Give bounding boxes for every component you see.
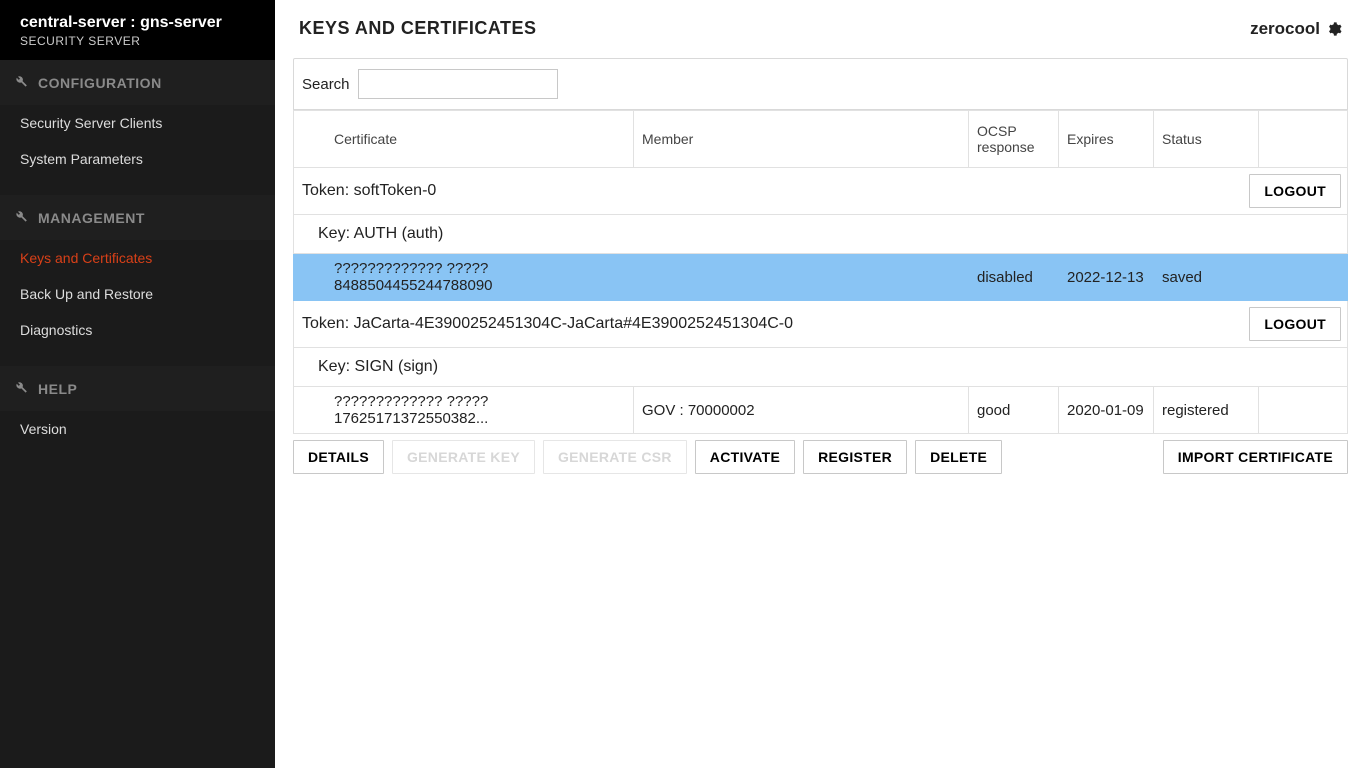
activate-button[interactable]: ACTIVATE	[695, 440, 795, 474]
gear-icon	[1326, 21, 1342, 37]
table-header-row: Certificate Member OCSP response Expires…	[294, 111, 1348, 168]
cert-member: GOV : 70000002	[634, 387, 969, 434]
sidebar-item-diag[interactable]: Diagnostics	[0, 312, 275, 348]
token-label: Token: JaCarta-4E3900252451304C-JaCarta#…	[302, 315, 793, 333]
details-button[interactable]: DETAILS	[293, 440, 384, 474]
action-bar: DETAILS GENERATE KEY GENERATE CSR ACTIVA…	[293, 440, 1348, 474]
cert-member	[634, 254, 969, 301]
cert-row[interactable]: ????????????? ????? 17625171372550382...…	[294, 387, 1348, 434]
col-certificate[interactable]: Certificate	[294, 111, 634, 168]
cert-expires: 2020-01-09	[1059, 387, 1154, 434]
wrench-icon	[14, 209, 28, 226]
logout-button[interactable]: LOGOUT	[1249, 307, 1341, 341]
topbar: KEYS AND CERTIFICATES zerocool	[275, 0, 1366, 54]
nav-section-configuration: CONFIGURATION	[0, 60, 275, 105]
server-subtitle: SECURITY SERVER	[20, 34, 255, 48]
page-title: KEYS AND CERTIFICATES	[299, 18, 537, 39]
sidebar: central-server : gns-server SECURITY SER…	[0, 0, 275, 768]
sidebar-item-version[interactable]: Version	[0, 411, 275, 447]
sidebar-header: central-server : gns-server SECURITY SER…	[0, 0, 275, 60]
token-label: Token: softToken-0	[302, 182, 436, 200]
sidebar-item-params[interactable]: System Parameters	[0, 141, 275, 177]
cert-status: saved	[1154, 254, 1259, 301]
user-name: zerocool	[1250, 19, 1320, 39]
generate-key-button: GENERATE KEY	[392, 440, 535, 474]
key-row[interactable]: Key: AUTH (auth)	[294, 215, 1348, 254]
content: Search Certificate Member OCSP response …	[275, 54, 1366, 492]
token-row[interactable]: Token: softToken-0 LOGOUT	[294, 168, 1348, 215]
user-menu[interactable]: zerocool	[1250, 19, 1342, 39]
key-label: Key: AUTH (auth)	[318, 225, 443, 242]
search-input[interactable]	[358, 69, 558, 99]
server-name: central-server : gns-server	[20, 14, 255, 32]
delete-button[interactable]: DELETE	[915, 440, 1002, 474]
cert-name: ????????????? ????? 8488504455244788090	[294, 254, 634, 301]
col-expires[interactable]: Expires	[1059, 111, 1154, 168]
sidebar-item-clients[interactable]: Security Server Clients	[0, 105, 275, 141]
sidebar-item-keys[interactable]: Keys and Certificates	[0, 240, 275, 276]
cert-name: ????????????? ????? 17625171372550382...	[294, 387, 634, 434]
key-label: Key: SIGN (sign)	[318, 358, 438, 375]
wrench-icon	[14, 380, 28, 397]
generate-csr-button: GENERATE CSR	[543, 440, 687, 474]
sidebar-item-backup[interactable]: Back Up and Restore	[0, 276, 275, 312]
register-button[interactable]: REGISTER	[803, 440, 907, 474]
cert-expires: 2022-12-13	[1059, 254, 1154, 301]
wrench-icon	[14, 74, 28, 91]
logout-button[interactable]: LOGOUT	[1249, 174, 1341, 208]
search-label: Search	[302, 76, 350, 93]
token-row[interactable]: Token: JaCarta-4E3900252451304C-JaCarta#…	[294, 301, 1348, 348]
search-bar: Search	[293, 58, 1348, 110]
col-status[interactable]: Status	[1154, 111, 1259, 168]
cert-status: registered	[1154, 387, 1259, 434]
cert-ocsp: disabled	[969, 254, 1059, 301]
main: KEYS AND CERTIFICATES zerocool Search Ce…	[275, 0, 1366, 768]
col-ocsp[interactable]: OCSP response	[969, 111, 1059, 168]
import-certificate-button[interactable]: IMPORT CERTIFICATE	[1163, 440, 1348, 474]
key-row[interactable]: Key: SIGN (sign)	[294, 348, 1348, 387]
cert-ocsp: good	[969, 387, 1059, 434]
col-member[interactable]: Member	[634, 111, 969, 168]
cert-table: Certificate Member OCSP response Expires…	[293, 110, 1348, 434]
cert-row[interactable]: ????????????? ????? 8488504455244788090 d…	[294, 254, 1348, 301]
col-actions	[1259, 111, 1348, 168]
nav-section-help: HELP	[0, 366, 275, 411]
nav-section-management: MANAGEMENT	[0, 195, 275, 240]
